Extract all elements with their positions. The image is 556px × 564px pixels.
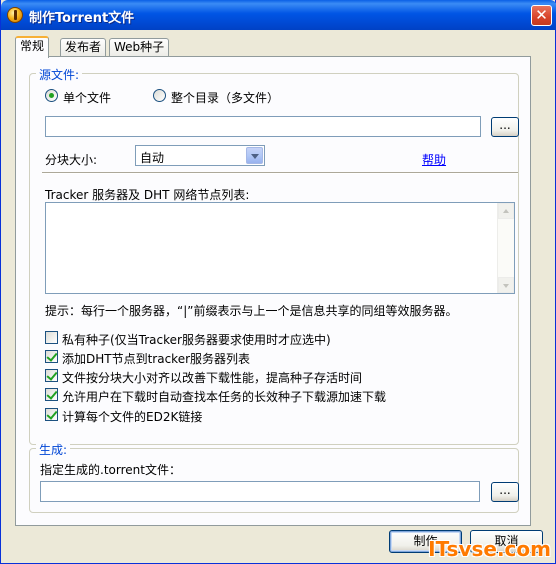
output-path-input[interactable] [40, 481, 480, 502]
source-browse-button[interactable]: ... [491, 117, 519, 137]
tab-web-seeds[interactable]: Web种子 [109, 38, 170, 57]
ed2k-checkbox[interactable] [45, 408, 58, 421]
ed2k-label: 计算每个文件的ED2K链接 [62, 410, 203, 424]
title-bar[interactable]: 制作Torrent文件 ✕ [1, 0, 556, 30]
directory-radio[interactable] [153, 89, 166, 102]
align-pieces-checkbox[interactable] [45, 369, 58, 382]
source-legend: 源文件: [36, 66, 83, 83]
help-link[interactable]: 帮助 [422, 151, 446, 168]
directory-label: 整个目录（多文件） [171, 91, 280, 105]
piece-size-select[interactable]: 自动 [135, 145, 265, 166]
tab-publisher[interactable]: 发布者 [60, 38, 107, 57]
auto-find-seeds-label: 允许用户在下载时自动查找本任务的长效种子下载源加速下载 [62, 390, 387, 404]
source-group: 源文件: 单个文件 整个目录（多文件） ... 分块大小: 自动 帮助 Trac… [29, 66, 519, 445]
trackers-scrollbar[interactable] [497, 203, 514, 293]
output-target-label: 指定生成的.torrent文件： [40, 463, 181, 477]
trackers-label: Tracker 服务器及 DHT 网络节点列表: [45, 188, 250, 202]
make-torrent-dialog: 制作Torrent文件 ✕ 常规 发布者 Web种子 源文件: 单个文件 整个目… [0, 0, 556, 564]
private-torrent-label: 私有种子(仅当Tracker服务器要求使用时才应选中) [62, 333, 331, 347]
single-file-label: 单个文件 [63, 91, 112, 105]
general-panel: 源文件: 单个文件 整个目录（多文件） ... 分块大小: 自动 帮助 Trac… [15, 56, 531, 526]
app-icon [7, 7, 23, 23]
output-group: 生成: 指定生成的.torrent文件： ... [29, 441, 519, 513]
output-browse-button[interactable]: ... [491, 482, 519, 502]
auto-find-seeds-checkbox[interactable] [45, 388, 58, 401]
trackers-hint: 提示：每行一个服务器，“|”前缀表示与上一个是信息共享的同组等效服务器。 [45, 304, 458, 318]
chevron-down-icon[interactable] [246, 147, 263, 164]
piece-size-label: 分块大小: [45, 153, 98, 167]
dialog-client: 常规 发布者 Web种子 源文件: 单个文件 整个目录（多文件） ... 分块大… [5, 30, 551, 560]
scroll-down-icon[interactable] [498, 277, 514, 293]
output-legend: 生成: [36, 441, 71, 458]
scroll-up-icon[interactable] [498, 203, 514, 219]
watermark-logo: ITsvse.com [428, 537, 551, 561]
close-button[interactable]: ✕ [531, 5, 552, 26]
piece-size-value: 自动 [140, 151, 165, 165]
trackers-textarea[interactable] [45, 202, 515, 294]
align-pieces-label: 文件按分块大小对齐以改善下载性能，提高种子存活时间 [62, 371, 363, 385]
single-file-radio[interactable] [45, 89, 58, 102]
window-title: 制作Torrent文件 [29, 11, 135, 26]
private-torrent-checkbox[interactable] [45, 331, 58, 344]
separator [42, 172, 518, 174]
add-dht-label: 添加DHT节点到tracker服务器列表 [62, 352, 251, 366]
add-dht-checkbox[interactable] [45, 350, 58, 363]
source-path-input[interactable] [45, 116, 481, 137]
tab-general[interactable]: 常规 [15, 36, 50, 58]
